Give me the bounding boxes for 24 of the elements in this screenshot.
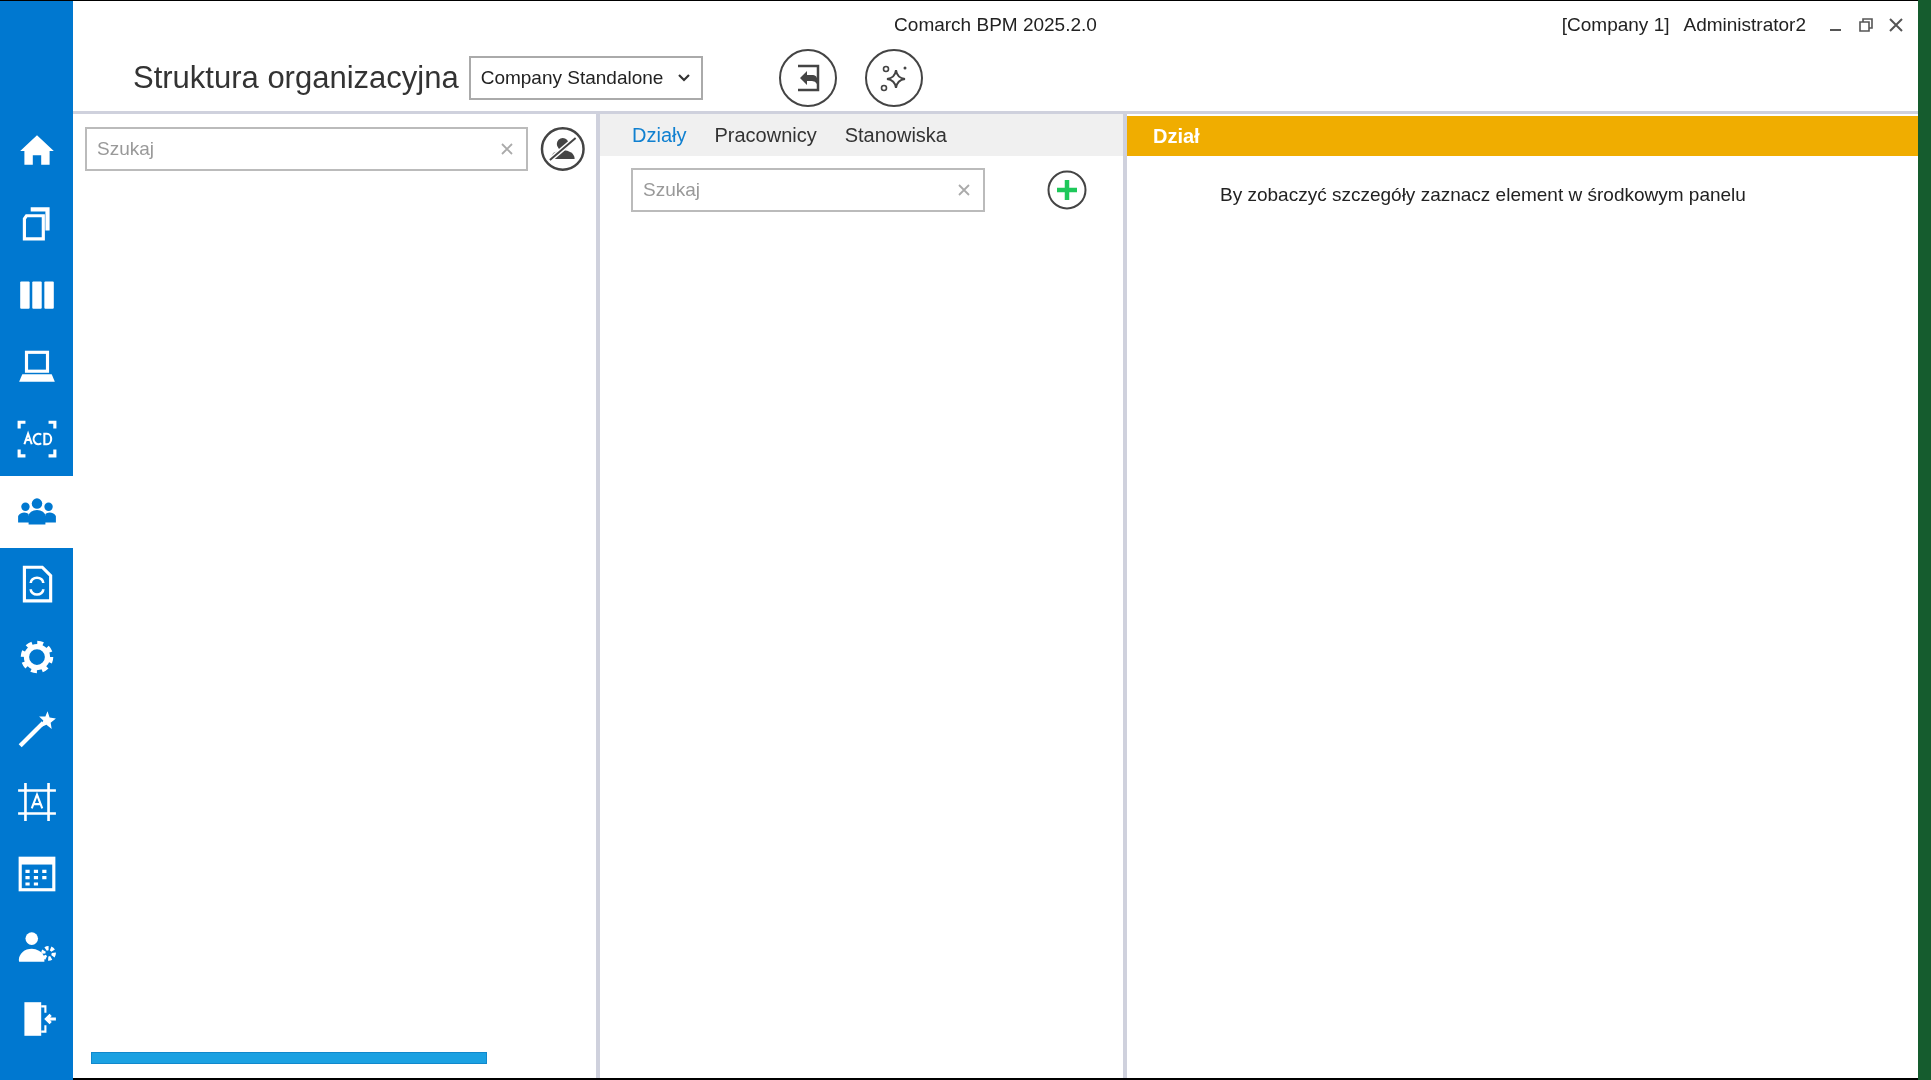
tab[interactable]: Pracownicy bbox=[714, 123, 817, 147]
window-title: Comarch BPM 2025.2.0 bbox=[894, 14, 1097, 36]
restore-icon[interactable] bbox=[1858, 17, 1874, 33]
clear-icon[interactable] bbox=[957, 183, 971, 197]
template-icon bbox=[15, 780, 58, 823]
scrollbar-thumb[interactable] bbox=[91, 1052, 487, 1064]
search-field[interactable]: Szukaj bbox=[631, 168, 985, 212]
caret-icon bbox=[677, 73, 692, 83]
add-icon[interactable] bbox=[1047, 170, 1087, 210]
close-icon[interactable] bbox=[1888, 17, 1904, 33]
clear-icon[interactable] bbox=[500, 142, 515, 156]
search-field[interactable]: Szukaj bbox=[85, 127, 529, 171]
user-name: Administrator2 bbox=[1683, 14, 1806, 36]
back-button[interactable] bbox=[779, 49, 838, 107]
tab[interactable]: Działy bbox=[632, 123, 687, 147]
sparkle-button[interactable] bbox=[865, 49, 924, 107]
company-dropdown[interactable]: Company Standalone bbox=[468, 56, 704, 100]
hide-user-icon[interactable] bbox=[540, 126, 586, 172]
panel-header: Dział bbox=[1127, 116, 1918, 156]
hint-message: By zobaczyć szczegóły zaznacz element w środkowym panelu bbox=[1219, 183, 1747, 206]
nav-item[interactable] bbox=[0, 475, 73, 548]
page-title: Struktura organizacyjna bbox=[133, 60, 459, 96]
tab[interactable]: Stanowiska bbox=[844, 123, 947, 147]
company-label: [Company 1] bbox=[1561, 14, 1670, 36]
